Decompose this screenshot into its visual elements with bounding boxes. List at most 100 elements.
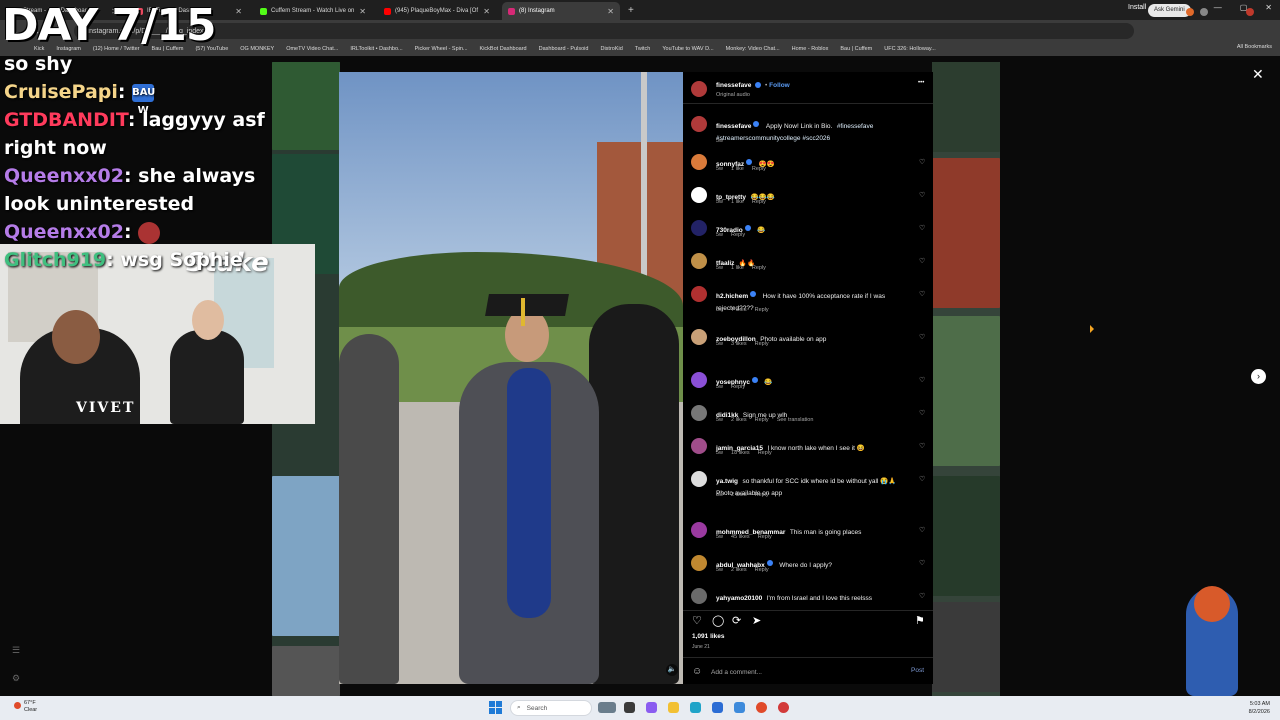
comment-likes[interactable]: 1 like <box>731 265 744 271</box>
profile-avatar[interactable] <box>1246 8 1254 16</box>
bookmark-item[interactable]: Bau | Cuffem <box>840 46 872 52</box>
tab-cuffem-stream[interactable]: Cuffem Stream - Watch Live on ✕ <box>254 2 372 20</box>
reply-button[interactable]: Reply <box>755 567 769 573</box>
post-video[interactable]: 🔈 <box>339 72 683 684</box>
audio-label[interactable]: Original audio <box>716 92 750 98</box>
settings-icon[interactable]: ⚙ <box>12 664 20 692</box>
more-options-icon[interactable]: ••• <box>918 80 924 86</box>
taskview-icon[interactable] <box>598 702 616 713</box>
comment-username[interactable]: ya.twig <box>716 478 738 485</box>
commenter-avatar[interactable] <box>691 588 707 604</box>
copilot-icon[interactable] <box>646 702 657 713</box>
comment-like-heart-icon[interactable]: ♡ <box>919 290 925 298</box>
tab-instagram[interactable]: (8) Instagram ✕ <box>502 2 620 20</box>
like-count[interactable]: 1,091 likes <box>692 633 725 640</box>
share-icon[interactable]: ➤ <box>752 614 761 627</box>
minimize-icon[interactable]: — <box>1214 3 1222 12</box>
see-translation-link[interactable]: See translation <box>777 417 814 423</box>
extension-icon[interactable] <box>1186 8 1194 16</box>
commenter-avatar[interactable] <box>691 372 707 388</box>
commenter-avatar[interactable] <box>691 187 707 203</box>
extension-icon[interactable] <box>1200 8 1208 16</box>
bookmark-item[interactable]: Dashboard - Pulsoid <box>539 46 589 52</box>
bookmark-item[interactable]: KickBot Dashboard <box>480 46 527 52</box>
reply-button[interactable]: Reply <box>755 341 769 347</box>
all-bookmarks-button[interactable]: All Bookmarks <box>1237 44 1272 50</box>
author-avatar[interactable] <box>691 81 707 97</box>
windows-start-button[interactable] <box>489 701 503 715</box>
new-tab-button[interactable]: + <box>628 2 634 20</box>
commenter-avatar[interactable] <box>691 522 707 538</box>
file-explorer-icon[interactable] <box>624 702 635 713</box>
comment-likes[interactable]: 18 likes <box>731 450 750 456</box>
reply-button[interactable]: Reply <box>731 384 745 390</box>
comment-like-heart-icon[interactable]: ♡ <box>919 191 925 199</box>
menu-icon[interactable]: ☰ <box>12 636 20 664</box>
bookmark-item[interactable]: Monkey: Video Chat... <box>726 46 780 52</box>
author-avatar[interactable] <box>691 116 707 132</box>
reply-button[interactable]: Reply <box>752 265 766 271</box>
like-heart-icon[interactable]: ♡ <box>692 614 702 627</box>
comment-like-heart-icon[interactable]: ♡ <box>919 158 925 166</box>
edge-icon[interactable] <box>690 702 701 713</box>
reply-button[interactable]: Reply <box>755 417 769 423</box>
chrome-icon[interactable] <box>756 702 767 713</box>
comment-likes[interactable]: 2 likes <box>731 417 747 423</box>
tab-close-icon[interactable]: ✕ <box>607 7 614 16</box>
app-icon[interactable] <box>734 702 745 713</box>
folder-icon[interactable] <box>668 702 679 713</box>
commenter-avatar[interactable] <box>691 555 707 571</box>
app-icon[interactable] <box>778 702 789 713</box>
reply-button[interactable]: Reply <box>755 492 769 498</box>
bookmark-item[interactable]: Home - Roblox <box>792 46 829 52</box>
taskbar-search[interactable]: ⌕ Search <box>510 700 592 716</box>
reply-button[interactable]: Reply <box>752 199 766 205</box>
emoji-icon[interactable]: ☺ <box>692 666 702 677</box>
commenter-avatar[interactable] <box>691 286 707 302</box>
comment-like-heart-icon[interactable]: ♡ <box>919 376 925 384</box>
commenter-avatar[interactable] <box>691 329 707 345</box>
system-clock[interactable]: 5:03 AM 8/2/2026 <box>1249 700 1270 716</box>
commenter-avatar[interactable] <box>691 405 707 421</box>
comment-username[interactable]: h2.hichem <box>716 293 748 300</box>
tab-youtube[interactable]: (945) PlaqueBoyMax - Diva [Of ✕ <box>378 2 496 20</box>
caption-username[interactable]: finessefave <box>716 123 751 130</box>
comment-likes[interactable]: 1 like <box>731 199 744 205</box>
bookmark-item[interactable]: DistroKid <box>600 46 622 52</box>
follow-button[interactable]: Follow <box>769 82 790 89</box>
comment-like-heart-icon[interactable]: ♡ <box>919 592 925 600</box>
bookmark-item[interactable]: UFC 326: Holloway... <box>884 46 936 52</box>
comment-likes[interactable]: 2 likes <box>731 567 747 573</box>
commenter-avatar[interactable] <box>691 253 707 269</box>
reply-button[interactable]: Reply <box>755 307 769 313</box>
commenter-avatar[interactable] <box>691 438 707 454</box>
reply-button[interactable]: Reply <box>752 166 766 172</box>
comment-like-heart-icon[interactable]: ♡ <box>919 526 925 534</box>
comment-like-heart-icon[interactable]: ♡ <box>919 224 925 232</box>
tab-close-icon[interactable]: ✕ <box>235 7 242 16</box>
reply-button[interactable]: Reply <box>731 232 745 238</box>
comment-likes[interactable]: 45 likes <box>731 534 750 540</box>
commenter-avatar[interactable] <box>691 220 707 236</box>
bookmark-item[interactable]: Picker Wheel - Spin... <box>415 46 468 52</box>
tab-close-icon[interactable]: ✕ <box>359 7 366 16</box>
save-bookmark-icon[interactable]: ⚑ <box>915 614 925 627</box>
author-username[interactable]: finessefave <box>716 82 751 89</box>
install-button[interactable]: Install <box>1128 4 1146 11</box>
comment-likes[interactable]: 7 likes <box>731 307 747 313</box>
comment-input[interactable] <box>711 665 891 679</box>
bookmark-item[interactable]: Twitch <box>635 46 651 52</box>
bookmark-item[interactable]: YouTube to WAV D... <box>662 46 713 52</box>
close-icon[interactable]: ✕ <box>1252 66 1264 83</box>
weather-widget[interactable]: 67°F Clear <box>24 700 37 714</box>
post-comment-button[interactable]: Post <box>911 667 924 674</box>
tab-close-icon[interactable]: ✕ <box>483 7 490 16</box>
comment-like-heart-icon[interactable]: ♡ <box>919 257 925 265</box>
close-window-icon[interactable]: ✕ <box>1265 3 1272 12</box>
reply-button[interactable]: Reply <box>758 450 772 456</box>
bookmark-item[interactable]: IRLToolkit • Dashbo... <box>350 46 402 52</box>
next-post-chevron-icon[interactable]: › <box>1251 369 1266 384</box>
mute-icon[interactable]: 🔈 <box>666 664 678 676</box>
ask-gemini-button[interactable]: Ask Gemini <box>1148 4 1191 17</box>
url-bar[interactable]: instagram.com/p/D_____/?img_index=1 <box>73 23 1134 39</box>
